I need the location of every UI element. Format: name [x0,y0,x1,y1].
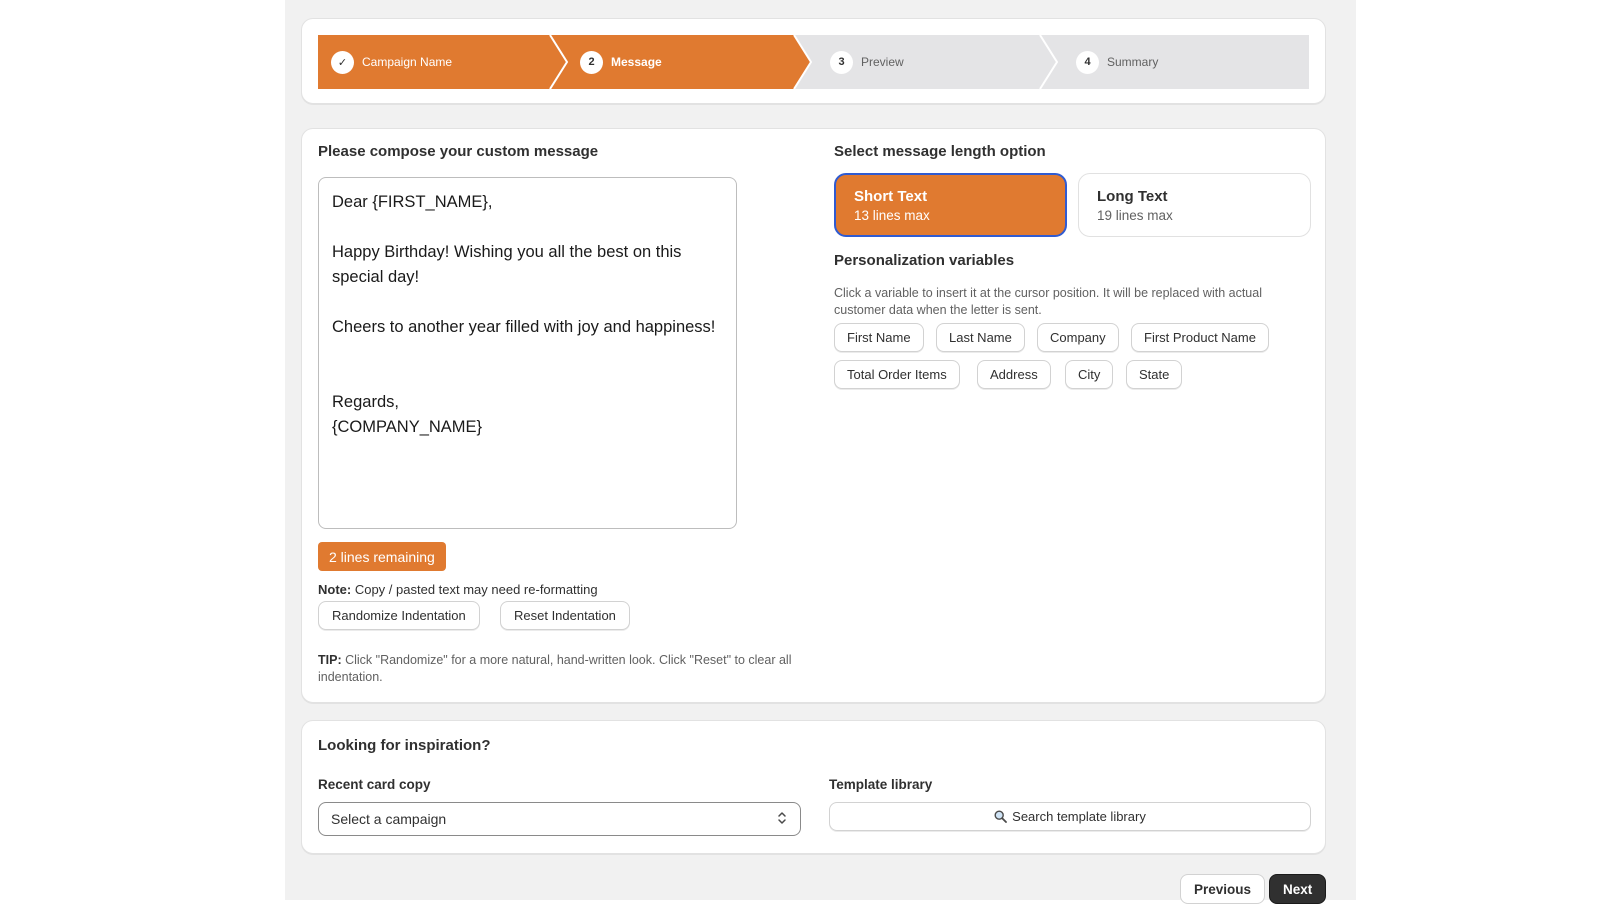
variable-chip-last-name[interactable]: Last Name [936,323,1025,352]
variable-chip-first-name[interactable]: First Name [834,323,924,352]
variable-chip-address[interactable]: Address [977,360,1051,389]
inspiration-heading: Looking for inspiration? [318,737,491,754]
stepper-card: ✓ Campaign Name 2 Message 3 Preview 4 Su… [301,18,1326,104]
step-number: 2 [580,50,603,74]
tip-text: TIP: Click "Randomize" for a more natura… [318,652,808,686]
note-body: Copy / pasted text may need re-formattin… [351,582,598,597]
step-message[interactable]: 2 Message [580,35,662,89]
recent-campaign-select[interactable]: Select a campaign [318,802,801,836]
variable-chip-company[interactable]: Company [1037,323,1119,352]
step-label: Campaign Name [362,55,453,69]
step-summary[interactable]: 4 Summary [1076,35,1158,89]
variables-heading: Personalization variables [834,252,1015,269]
note-label: Note: [318,582,352,597]
step-label: Summary [1107,55,1159,69]
option-title: Short Text [854,187,928,205]
compose-card: Please compose your custom message Dear … [301,128,1326,703]
stepper-background [318,35,1309,89]
option-subtitle: 19 lines max [1097,207,1173,223]
short-text-option[interactable]: Short Text 13 lines max [834,173,1067,237]
variable-chip-total-order-items[interactable]: Total Order Items [834,360,960,389]
app-canvas: ✓ Campaign Name 2 Message 3 Preview 4 Su… [285,0,1356,904]
tip-label: TIP: [318,653,342,667]
step-preview[interactable]: 3 Preview [830,35,904,89]
long-text-option[interactable]: Long Text 19 lines max [1078,173,1311,237]
lines-remaining-badge: 2 lines remaining [318,542,446,571]
check-icon: ✓ [331,50,354,74]
select-value: Select a campaign [331,811,447,827]
step-label: Preview [861,55,904,69]
chevron-up-down-icon [776,810,788,829]
randomize-indentation-button[interactable]: Randomize Indentation [318,601,480,630]
length-heading: Select message length option [834,143,1046,160]
variable-chip-city[interactable]: City [1065,360,1114,389]
note-text: Note: Copy / pasted text may need re-for… [318,582,598,597]
search-template-library-button[interactable]: Search template library [829,802,1311,831]
message-textarea[interactable]: Dear {FIRST_NAME}, Happy Birthday! Wishi… [318,177,737,529]
step-number: 3 [830,50,853,74]
option-title: Long Text [1097,187,1168,205]
variables-description: Click a variable to insert it at the cur… [834,286,1262,317]
stepper: ✓ Campaign Name 2 Message 3 Preview 4 Su… [318,35,1309,89]
step-label: Message [611,55,662,69]
step-campaign-name[interactable]: ✓ Campaign Name [331,35,452,89]
inspiration-card: Looking for inspiration? Recent card cop… [301,720,1326,854]
search-label: Search template library [1012,809,1146,824]
search-icon [994,810,1008,823]
tip-body: Click "Randomize" for a more natural, ha… [318,653,792,684]
reset-indentation-button[interactable]: Reset Indentation [500,601,630,630]
variable-chip-state[interactable]: State [1126,360,1183,389]
option-subtitle: 13 lines max [854,207,930,223]
step-number: 4 [1076,50,1099,74]
recent-card-copy-label: Recent card copy [318,777,431,792]
variable-chip-first-product-name[interactable]: First Product Name [1131,323,1269,352]
template-library-label: Template library [829,777,933,792]
compose-heading: Please compose your custom message [318,143,599,160]
